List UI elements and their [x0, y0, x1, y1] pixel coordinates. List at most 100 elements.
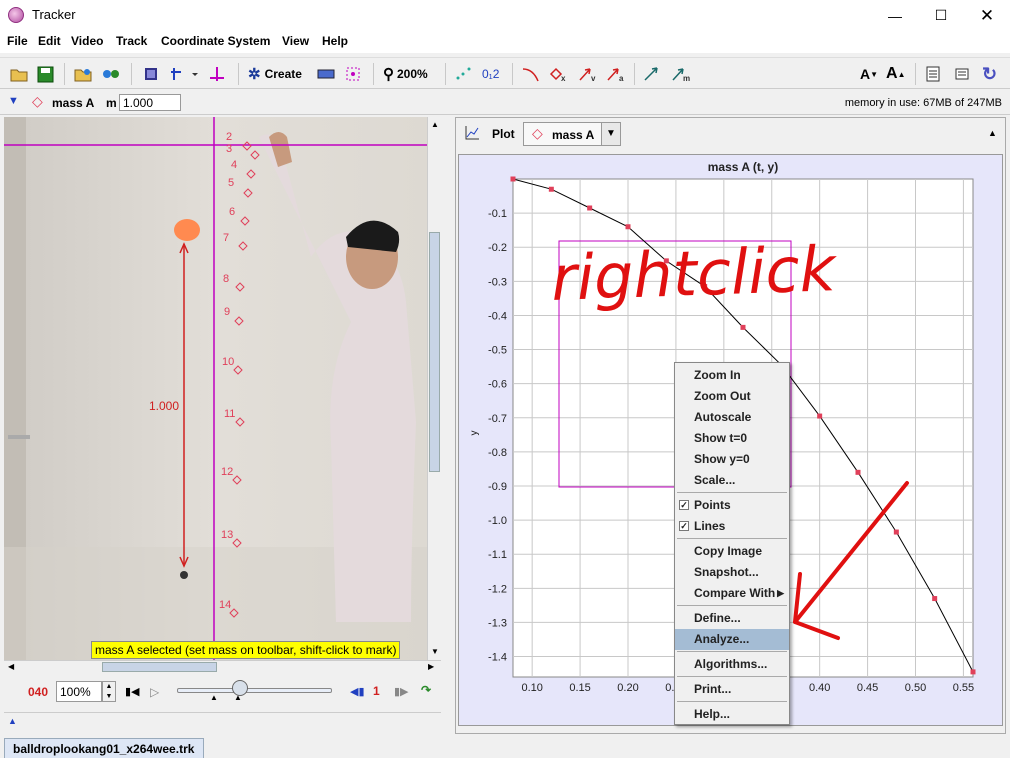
menu-help[interactable]: Help	[322, 34, 348, 48]
position-icon[interactable]: x	[549, 64, 569, 84]
y-tick-label: -0.4	[488, 310, 507, 322]
data-point[interactable]	[625, 224, 631, 230]
step-forward-icon[interactable]: ▮▶	[394, 685, 409, 698]
hscroll-thumb[interactable]	[102, 662, 217, 672]
menu-points[interactable]: ✓ Points	[675, 495, 789, 516]
step-back-icon[interactable]: ◀▮	[350, 685, 365, 698]
y-tick-label: -0.9	[488, 481, 507, 493]
scroll-up-icon[interactable]: ▲	[431, 120, 439, 129]
menu-snapshot[interactable]: Snapshot...	[675, 562, 789, 583]
save-icon[interactable]	[37, 64, 54, 84]
zoom-field[interactable]	[56, 681, 102, 702]
menu-zoom-in[interactable]: Zoom In	[675, 365, 789, 386]
font-larger-icon[interactable]: A ▲	[886, 64, 905, 84]
minimize-icon[interactable]: —	[872, 0, 918, 31]
track-control-icon[interactable]	[317, 64, 335, 84]
info-icon[interactable]	[955, 64, 969, 84]
video-view[interactable]: 1.000 2 3 4 5 6 7 8 9 10 11 12 13 14 mas…	[4, 117, 427, 660]
data-point[interactable]	[548, 186, 554, 192]
tape-measure-value[interactable]: 1.000	[149, 399, 179, 413]
data-point[interactable]	[702, 283, 708, 289]
font-smaller-icon[interactable]: A ▼	[860, 64, 878, 84]
video-horizontal-scrollbar[interactable]: ◀ ▶	[4, 660, 441, 673]
menu-analyze[interactable]: Analyze...	[675, 629, 789, 650]
momentum-icon[interactable]	[643, 64, 663, 84]
export-icon[interactable]	[101, 64, 121, 84]
mass-field[interactable]	[119, 94, 181, 111]
zoom-spinner-icon[interactable]: ▲ ▼	[102, 681, 116, 702]
maximize-plot-icon[interactable]: ▲	[988, 128, 997, 138]
scroll-left-icon[interactable]: ◀	[8, 662, 14, 671]
clip-settings-icon[interactable]	[143, 64, 159, 84]
expand-up-icon[interactable]: ▲	[8, 716, 17, 726]
frame-label: 13	[221, 529, 233, 541]
menu-copy-image[interactable]: Copy Image	[675, 541, 789, 562]
menu-track[interactable]: Track	[116, 34, 147, 48]
import-icon[interactable]	[74, 64, 92, 84]
collapse-down-icon[interactable]: ▼	[8, 95, 19, 107]
playback-slider-track[interactable]	[177, 688, 332, 693]
data-point[interactable]	[740, 324, 746, 330]
menu-video[interactable]: Video	[71, 34, 103, 48]
scroll-thumb[interactable]	[429, 232, 440, 472]
checkbox-icon[interactable]: ✓	[679, 500, 689, 510]
menu-file[interactable]: File	[7, 34, 28, 48]
menu-zoom-out[interactable]: Zoom Out	[675, 386, 789, 407]
menu-bar: File Edit Video Track Coordinate System …	[0, 31, 1010, 53]
menu-compare-with[interactable]: Compare With ▶	[675, 583, 789, 604]
data-point[interactable]	[970, 669, 976, 675]
go-to-start-icon[interactable]: ▮◀	[125, 685, 140, 698]
acceleration-icon[interactable]: a	[606, 64, 626, 84]
menu-scale[interactable]: Scale...	[675, 470, 789, 491]
menu-algorithms[interactable]: Algorithms...	[675, 654, 789, 675]
refresh-icon[interactable]: ↻	[982, 64, 997, 84]
menu-view[interactable]: View	[282, 34, 309, 48]
menu-autoscale[interactable]: Autoscale	[675, 407, 789, 428]
data-point[interactable]	[817, 413, 823, 419]
menu-coordinate-system[interactable]: Coordinate System	[161, 34, 270, 48]
data-point[interactable]	[587, 205, 593, 211]
open-folder-icon[interactable]	[10, 64, 28, 84]
calibration-icon[interactable]	[208, 64, 226, 84]
menu-print[interactable]: Print...	[675, 679, 789, 700]
step-size[interactable]: 1	[373, 684, 380, 698]
scroll-down-icon[interactable]: ▼	[431, 647, 439, 656]
create-button[interactable]: ✲ Create	[248, 64, 302, 84]
data-point[interactable]	[893, 529, 899, 535]
chevron-down-icon[interactable]: ▼	[601, 122, 621, 146]
file-tab[interactable]: balldroplookang01_x264wee.trk	[4, 738, 204, 758]
start-marker-icon[interactable]: ▲	[210, 693, 218, 702]
menu-help[interactable]: Help...	[675, 704, 789, 725]
video-vertical-scrollbar[interactable]: ▲ ▼	[427, 117, 441, 660]
axes-icon[interactable]	[170, 64, 200, 84]
menu-define[interactable]: Define...	[675, 608, 789, 629]
end-marker-icon[interactable]: ▲	[234, 693, 242, 702]
path-icon[interactable]	[521, 64, 541, 84]
data-point[interactable]	[663, 258, 669, 264]
y-tick-label: -0.5	[488, 345, 507, 357]
label-points-icon[interactable]: 0₁2	[482, 64, 499, 84]
menu-edit[interactable]: Edit	[38, 34, 61, 48]
close-icon[interactable]: ✕	[964, 0, 1010, 31]
notes-icon[interactable]	[925, 64, 941, 84]
menu-show-t0[interactable]: Show t=0	[675, 428, 789, 449]
autotracker-icon[interactable]	[345, 64, 363, 84]
menu-lines[interactable]: ✓ Lines	[675, 516, 789, 537]
frame-number[interactable]: 040	[28, 685, 48, 699]
data-point[interactable]	[932, 596, 938, 602]
menu-show-y0[interactable]: Show y=0	[675, 449, 789, 470]
checkbox-icon[interactable]: ✓	[679, 521, 689, 531]
track-selector-label: mass A	[552, 128, 595, 142]
data-point[interactable]	[510, 176, 516, 182]
data-point[interactable]	[855, 469, 861, 475]
velocity-icon[interactable]: v	[578, 64, 598, 84]
play-icon[interactable]: ▷	[150, 685, 159, 699]
loop-icon[interactable]: ↷	[421, 683, 431, 697]
mass-label: m	[106, 96, 117, 110]
scroll-right-icon[interactable]: ▶	[428, 662, 434, 671]
maximize-icon[interactable]: ☐	[918, 0, 964, 31]
zoom-button[interactable]: ⚲ 200%	[383, 64, 428, 84]
trails-icon[interactable]	[455, 64, 473, 84]
mass-momentum-icon[interactable]: m	[671, 64, 691, 84]
track-name[interactable]: mass A	[52, 96, 94, 110]
